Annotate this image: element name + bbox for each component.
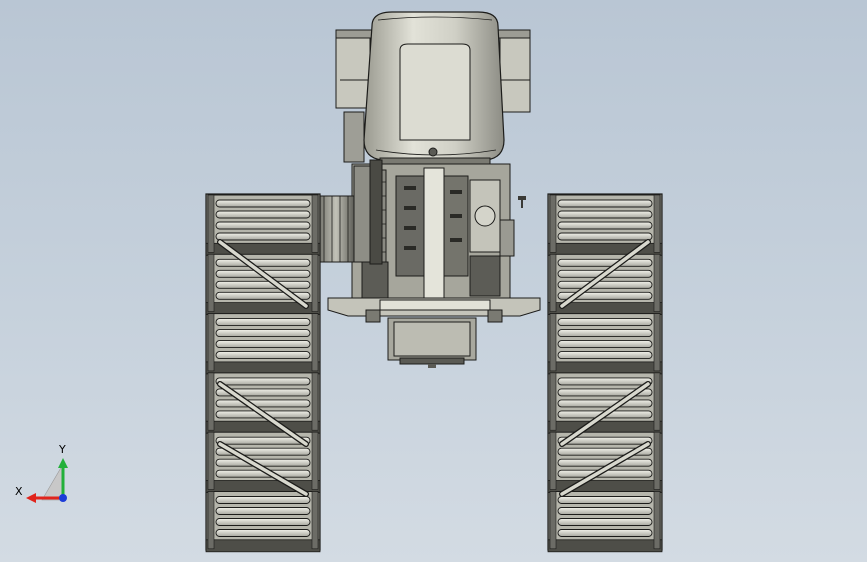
y-axis-arrowhead	[58, 458, 68, 468]
left-track	[205, 193, 321, 553]
track-link	[547, 372, 663, 434]
z-axis-dot	[59, 494, 67, 502]
track-link	[547, 491, 663, 553]
x-axis-label: X	[15, 485, 23, 498]
y-axis-label: Y	[59, 443, 66, 456]
track-link	[205, 313, 321, 375]
track-link	[205, 491, 321, 553]
cad-viewport[interactable]	[0, 0, 867, 562]
coordinate-triad	[26, 458, 68, 503]
right-track	[547, 193, 663, 553]
triad-plane	[41, 464, 63, 501]
x-axis-arrowhead	[26, 493, 36, 503]
tractor-body	[317, 11, 541, 368]
track-link	[547, 313, 663, 375]
track-link	[205, 372, 321, 434]
